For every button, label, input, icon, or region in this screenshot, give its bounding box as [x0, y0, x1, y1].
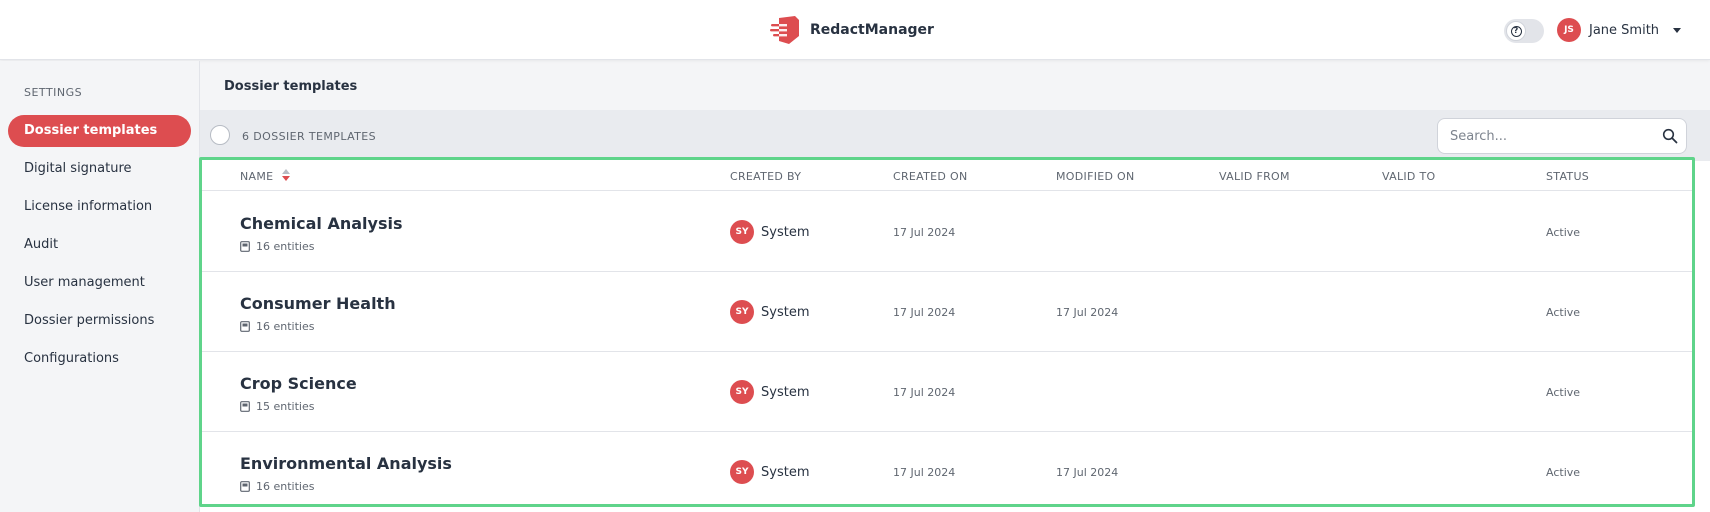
sidebar-item-user-management[interactable]: User management: [8, 267, 191, 299]
template-name: Consumer Health: [240, 294, 396, 313]
status-badge: Active: [1546, 226, 1581, 239]
page-title: Dossier templates: [224, 79, 358, 94]
created-on: 17 Jul 2024: [893, 466, 956, 479]
brand-name: RedactManager: [810, 22, 934, 38]
creator-avatar: SY: [730, 460, 754, 484]
created-on: 17 Jul 2024: [893, 226, 956, 239]
template-name: Chemical Analysis: [240, 214, 403, 233]
status-badge: Active: [1546, 386, 1581, 399]
column-header-created-by[interactable]: CREATED BY: [730, 170, 801, 183]
created-on: 17 Jul 2024: [893, 386, 956, 399]
entity-count: 16 entities: [240, 240, 314, 253]
table-row[interactable]: Consumer Health 16 entities SY System 17…: [202, 272, 1692, 352]
table-row[interactable]: Crop Science 15 entities SY System 17 Ju…: [202, 352, 1692, 432]
creator-name: System: [761, 304, 810, 320]
settings-sidebar: SETTINGS Dossier templates Digital signa…: [0, 61, 200, 512]
table-row[interactable]: Chemical Analysis 16 entities SY System …: [202, 192, 1692, 272]
entity-count: 15 entities: [240, 400, 314, 413]
sidebar-item-dossier-permissions[interactable]: Dossier permissions: [8, 305, 191, 337]
user-name: Jane Smith: [1589, 22, 1660, 38]
help-knob: ?: [1506, 21, 1526, 41]
modified-on: 17 Jul 2024: [1056, 306, 1119, 319]
dictionary-icon: [240, 481, 250, 492]
entity-count: 16 entities: [240, 480, 314, 493]
sort-icon[interactable]: [282, 169, 290, 181]
dictionary-icon: [240, 321, 250, 332]
created-by: SY System: [730, 460, 809, 484]
help-mode-toggle[interactable]: ?: [1504, 19, 1544, 43]
user-avatar: JS: [1557, 18, 1581, 42]
status-badge: Active: [1546, 306, 1581, 319]
creator-name: System: [761, 464, 810, 480]
status-badge: Active: [1546, 466, 1581, 479]
dictionary-icon: [240, 401, 250, 412]
sidebar-item-dossier-templates[interactable]: Dossier templates: [8, 115, 191, 147]
search-icon[interactable]: [1662, 128, 1678, 144]
column-header-created-on[interactable]: CREATED ON: [893, 170, 967, 183]
creator-avatar: SY: [730, 300, 754, 324]
creator-avatar: SY: [730, 380, 754, 404]
entity-count: 16 entities: [240, 320, 314, 333]
creator-name: System: [761, 384, 810, 400]
redactmanager-logo-icon: [770, 16, 799, 44]
entity-count-label: 16 entities: [256, 320, 315, 333]
search-input[interactable]: [1450, 127, 1650, 145]
created-on: 17 Jul 2024: [893, 306, 956, 319]
brand[interactable]: RedactManager: [770, 14, 934, 46]
entity-count-label: 16 entities: [256, 480, 315, 493]
table-row[interactable]: Environmental Analysis 16 entities SY Sy…: [202, 432, 1692, 504]
user-menu[interactable]: JS Jane Smith: [1557, 18, 1682, 42]
sidebar-item-digital-signature[interactable]: Digital signature: [8, 153, 191, 185]
dictionary-icon: [240, 241, 250, 252]
select-all-checkbox[interactable]: [210, 125, 230, 145]
chevron-down-icon: [1673, 27, 1682, 33]
sidebar-heading: SETTINGS: [24, 86, 83, 99]
top-bar: RedactManager ? JS Jane Smith: [0, 0, 1710, 60]
template-name: Environmental Analysis: [240, 454, 452, 473]
column-header-valid-to[interactable]: VALID TO: [1382, 170, 1435, 183]
template-count: 6 DOSSIER TEMPLATES: [242, 130, 377, 143]
column-header-status[interactable]: STATUS: [1546, 170, 1589, 183]
template-name: Crop Science: [240, 374, 357, 393]
created-by: SY System: [730, 380, 809, 404]
sidebar-item-configurations[interactable]: Configurations: [8, 343, 191, 375]
column-header-valid-from[interactable]: VALID FROM: [1219, 170, 1290, 183]
entity-count-label: 16 entities: [256, 240, 315, 253]
created-by: SY System: [730, 300, 809, 324]
entity-count-label: 15 entities: [256, 400, 315, 413]
column-header-modified-on[interactable]: MODIFIED ON: [1056, 170, 1135, 183]
sidebar-item-license-information[interactable]: License information: [8, 191, 191, 223]
creator-avatar: SY: [730, 220, 754, 244]
creator-name: System: [761, 224, 810, 240]
question-mark-icon: ?: [1510, 25, 1522, 37]
modified-on: 17 Jul 2024: [1056, 466, 1119, 479]
created-by: SY System: [730, 220, 809, 244]
sidebar-item-audit[interactable]: Audit: [8, 229, 191, 261]
column-header-name[interactable]: NAME: [240, 170, 273, 183]
search-box: [1437, 118, 1687, 154]
table-header: NAME CREATED BY CREATED ON MODIFIED ON V…: [202, 160, 1692, 191]
